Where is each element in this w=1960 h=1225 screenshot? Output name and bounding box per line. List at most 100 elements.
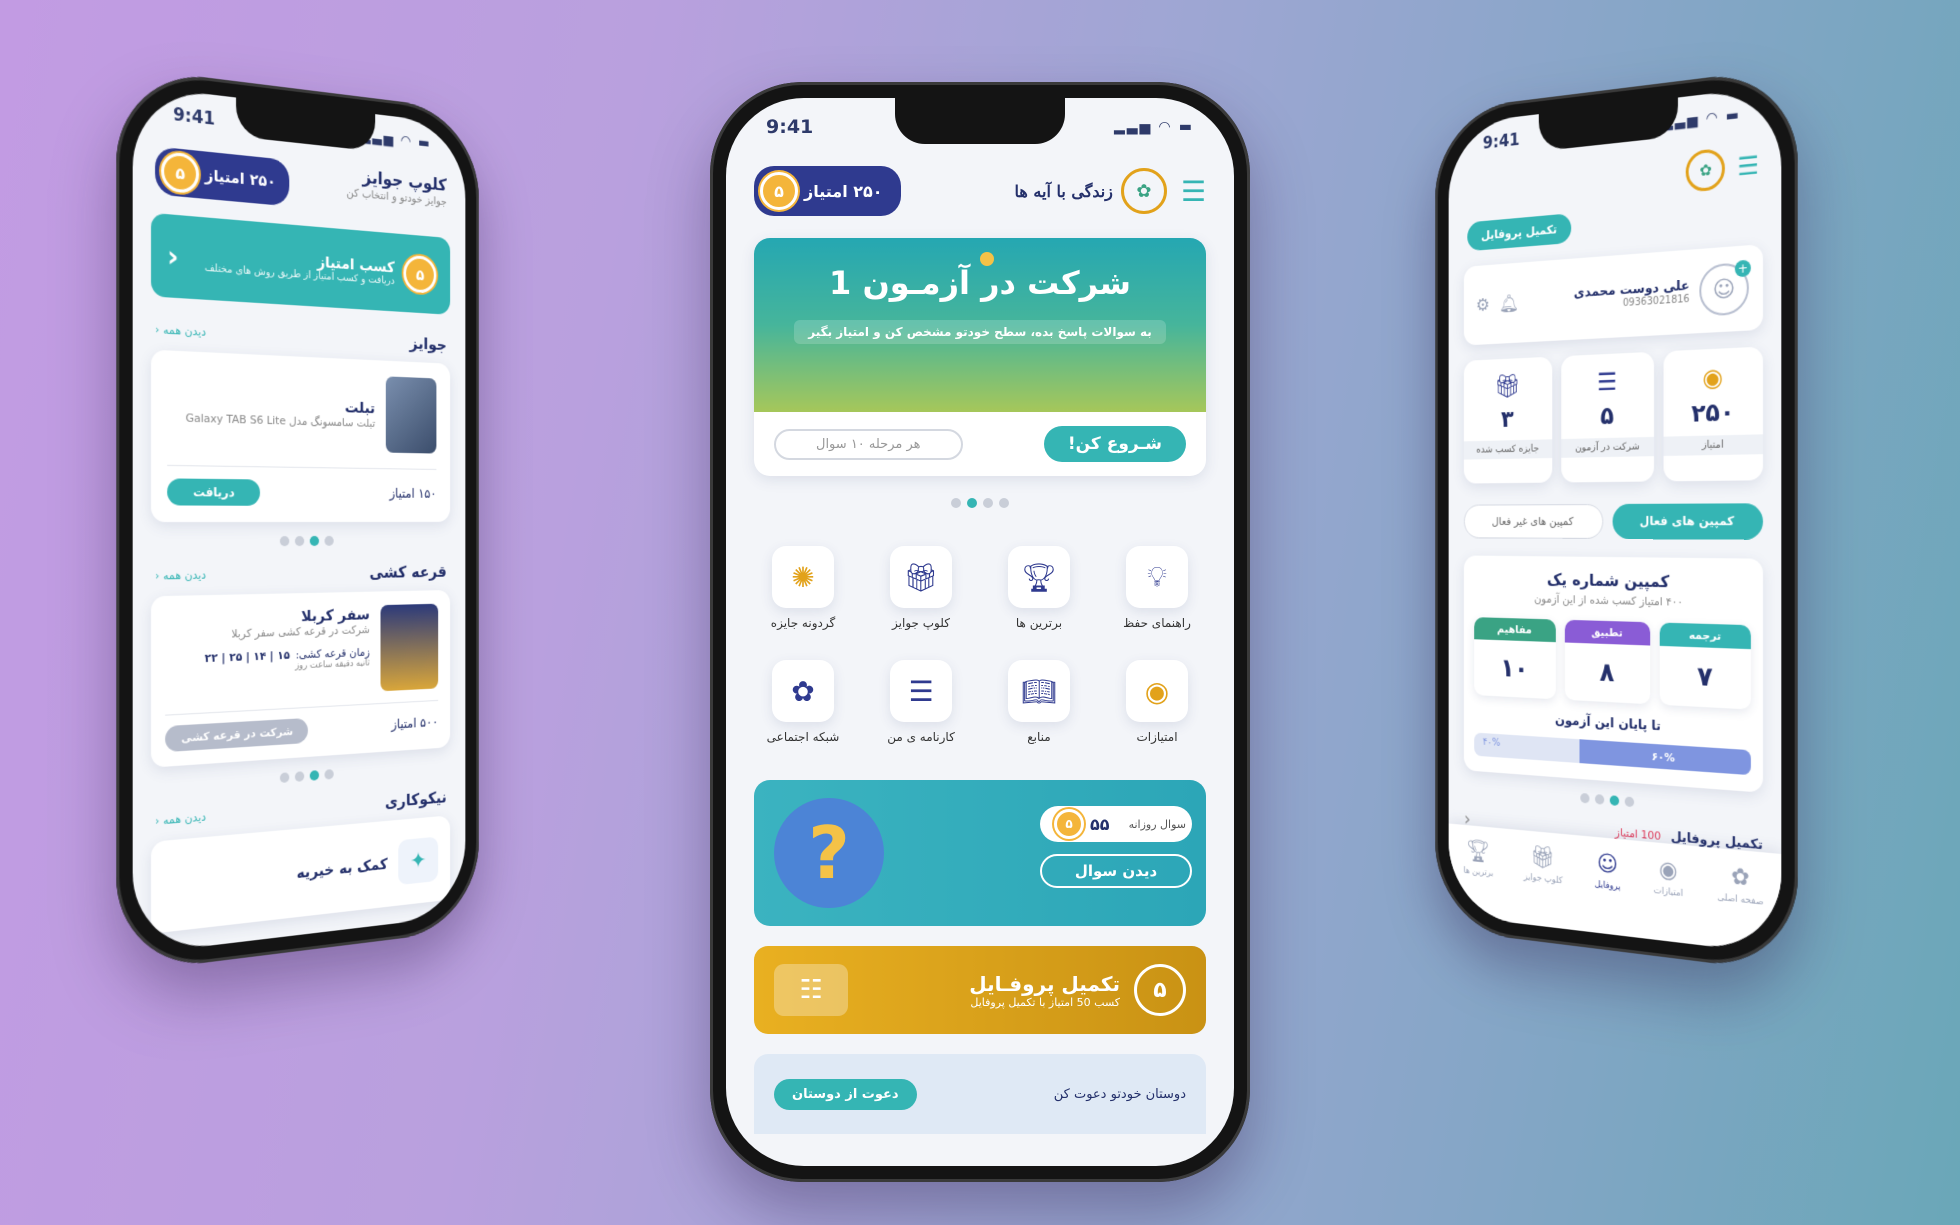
avatar[interactable]: ☺ + [1699, 259, 1751, 317]
score-box-value: ۸ [1599, 657, 1615, 689]
quiz-icon: ☰ [1597, 367, 1617, 397]
menu-item-label: امتیازات [1136, 730, 1178, 744]
progress-value: ۶۰% [1651, 749, 1675, 765]
id-card-icon: ☷ [774, 964, 848, 1016]
gift-icon: 🎁︎ [1530, 844, 1556, 872]
campaign-progress: ۶۰% ۴۰% [1474, 732, 1751, 776]
section-title-prizes: جوایز [409, 333, 447, 354]
menu-item[interactable]: ☰ کارنامه ی من [862, 660, 980, 744]
score-box-label: تطبیق [1564, 619, 1651, 646]
menu-item-label: کارنامه ی من [887, 730, 955, 744]
bell-icon[interactable]: 🔔︎ [1498, 292, 1518, 314]
nav-item-label: صفحه اصلی [1717, 892, 1764, 908]
nav-item-label: امتیازات [1653, 885, 1684, 900]
menu-item-label: کلوپ جوایز [892, 616, 950, 630]
profile-icon: ☺ [1596, 851, 1619, 879]
stat-value: ۲۵۰ [1691, 397, 1735, 428]
tablet-image [385, 376, 437, 454]
complete-profile-banner[interactable]: ۵ تکمیل پروفـایل کسب 50 امتیاز با تکمیل … [754, 946, 1206, 1034]
hamburger-menu-icon[interactable]: ☰ [1181, 175, 1206, 208]
profile-banner-subtitle: کسب 50 امتیاز با تکمیل پروفایل [970, 995, 1120, 1009]
menu-item[interactable]: 🏆︎ برترین ها [980, 546, 1098, 630]
score-box-label: مفاهیم [1474, 617, 1556, 643]
daily-question-card[interactable]: ? سوال روزانه ۵۵ ۵ دیدن سوال [754, 780, 1206, 926]
open-book-icon: 📖︎ [1008, 660, 1070, 722]
stat-card[interactable]: 🎁︎ ۳ جایزه کسب شده [1463, 356, 1552, 484]
menu-item[interactable]: 📖︎ منابع [980, 660, 1098, 744]
lottery-card[interactable]: سفر کربلا شرکت در قرعه کشی سفر کربلا زما… [151, 589, 451, 768]
menu-grid: 💡︎ راهنمای حفظ 🏆︎ برترین ها 🎁︎ کلوپ جوایز ✺ گرد… [726, 546, 1234, 744]
complete-profile-button[interactable]: تکمیل پروفایل [1467, 213, 1572, 252]
nav-item[interactable]: 🎁︎ کلوپ جوایز [1523, 844, 1563, 887]
gift-icon: 🎁︎ [890, 546, 952, 608]
score-text: ۲۵۰ امتیاز [804, 181, 883, 201]
right-phone: 9:41 ▂▃▅ ◠ ▬ ☰ ✿ تکمیل پروفایل ☺ + علی د… [1435, 66, 1798, 974]
quiz-banner[interactable]: شرکت در آزمـون 1 به سوالات پاسخ بده، سطح… [754, 238, 1206, 476]
banner-pager-dots [726, 498, 1234, 508]
tab-active-campaigns[interactable]: کمپین های فعال [1612, 503, 1763, 540]
logo-text: زندگی با آیه ها [1014, 181, 1113, 201]
karbala-image [380, 603, 439, 692]
menu-item[interactable]: ✿ شبکه اجتماعی [744, 660, 862, 744]
section-title-lottery: قرعه کشی [369, 562, 447, 582]
score-box-value: ۷ [1697, 661, 1713, 694]
gear-icon[interactable]: ⚙ [1476, 294, 1490, 315]
invite-card[interactable]: دوستان خودتو دعوت کن دعوت از دوستان [754, 1054, 1206, 1134]
gift-icon: 🎁︎ [1494, 371, 1521, 401]
prize-points: ۱۵۰ امتیاز [389, 486, 437, 502]
nav-item-label: کلوپ جوایز [1523, 872, 1563, 887]
left-screen: 9:41 ▂▃▅ ◠ ▬ کلوپ جوایز جوایز خودتو و ان… [132, 85, 466, 955]
left-phone: 9:41 ▂▃▅ ◠ ▬ کلوپ جوایز جوایز خودتو و ان… [116, 66, 479, 974]
stat-card[interactable]: ☰ ۵ شرکت در آزمون [1560, 351, 1655, 483]
see-all-link[interactable]: دیدن همه ‹ [155, 810, 206, 828]
nav-item[interactable]: 🏆︎ برترین ها [1463, 838, 1493, 879]
daily-label: سوال روزانه [1128, 817, 1186, 831]
see-all-link[interactable]: دیدن همه ‹ [155, 323, 206, 339]
nav-item-label: برترین ها [1463, 866, 1494, 879]
nav-item[interactable]: ☺ پروفایل [1594, 851, 1620, 892]
add-photo-icon[interactable]: + [1734, 259, 1751, 278]
coin-icon: ۵ [403, 254, 437, 294]
menu-item[interactable]: ◉ امتیازات [1098, 660, 1216, 744]
see-all-link[interactable]: دیدن همه ‹ [155, 568, 206, 582]
stat-value: ۳ [1500, 405, 1514, 433]
sparkle-icon [980, 252, 994, 266]
nav-item[interactable]: ◉ امتیازات [1653, 856, 1683, 899]
social-icon: ✿ [772, 660, 834, 722]
invite-text: دوستان خودتو دعوت کن [1053, 1086, 1186, 1102]
menu-item-label: منابع [1027, 730, 1051, 744]
tab-inactive-campaigns[interactable]: کمپین های غیر فعال [1463, 504, 1604, 539]
campaign-tabs: کمپین های فعال کمپین های غیر فعال [1463, 503, 1763, 540]
score-badge[interactable]: ۲۵۰ امتیاز ۵ [754, 166, 901, 216]
center-screen: 9:41 ▂▃▅ ◠ ▬ ☰ ✿ زندگی با آیه ها ۲۵۰ امت… [726, 98, 1234, 1166]
menu-item-label: گردونه جایزه [770, 616, 836, 630]
quiz-info: هر مرحله ۱۰ سوال [774, 428, 963, 460]
daily-badge: سوال روزانه ۵۵ ۵ [1040, 806, 1192, 842]
join-lottery-button[interactable]: شرکت در قرعه کشی [165, 717, 309, 753]
view-question-button[interactable]: دیدن سوال [1040, 854, 1192, 888]
right-screen: 9:41 ▂▃▅ ◠ ▬ ☰ ✿ تکمیل پروفایل ☺ + علی د… [1448, 85, 1782, 955]
coin-icon: ۵ [161, 151, 199, 195]
invite-button[interactable]: دعوت از دوستان [774, 1078, 917, 1110]
progress-fill: ۶۰% [1579, 739, 1751, 776]
nav-item[interactable]: ✿ صفحه اصلی [1717, 863, 1763, 908]
start-quiz-button[interactable]: شـروع کن! [1043, 426, 1186, 462]
section-title-charity: نیکوکاری [384, 787, 447, 812]
hamburger-menu-icon[interactable]: ☰ [1737, 150, 1759, 181]
stat-card[interactable]: ◉ ۲۵۰ امتیاز [1663, 346, 1763, 482]
score-badge[interactable]: ۲۵۰ امتیاز ۵ [155, 146, 289, 207]
prize-card[interactable]: تبلت تبلت سامسونگ مدل Galaxy TAB S6 Lite… [151, 349, 451, 523]
coin-icon: ◉ [1702, 362, 1724, 393]
chevron-left-icon[interactable]: ‹ [167, 239, 179, 274]
receive-button[interactable]: دریافت [167, 478, 260, 506]
stats-row: ◉ ۲۵۰ امتیاز ☰ ۵ شرکت در آزمون 🎁︎ ۳ جایزه کسب شد… [1463, 346, 1763, 484]
score-boxes: ترجمه ۷ تطبیق ۸ مفاهیم ۱۰ [1474, 617, 1751, 710]
campaign-card[interactable]: کمپین شماره یک ۴۰۰ امتیاز کسب شده از این… [1463, 555, 1763, 793]
menu-item[interactable]: 🎁︎ کلوپ جوایز [862, 546, 980, 630]
status-time: 9:41 [766, 116, 814, 138]
user-card[interactable]: ☺ + علی دوست محمدی 09363021816 🔔︎ ⚙ [1463, 244, 1763, 346]
menu-item[interactable]: 💡︎ راهنمای حفظ [1098, 546, 1216, 630]
notch [895, 98, 1065, 144]
menu-item[interactable]: ✺ گردونه جایزه [744, 546, 862, 630]
progress-rest: ۴۰% [1482, 736, 1501, 749]
